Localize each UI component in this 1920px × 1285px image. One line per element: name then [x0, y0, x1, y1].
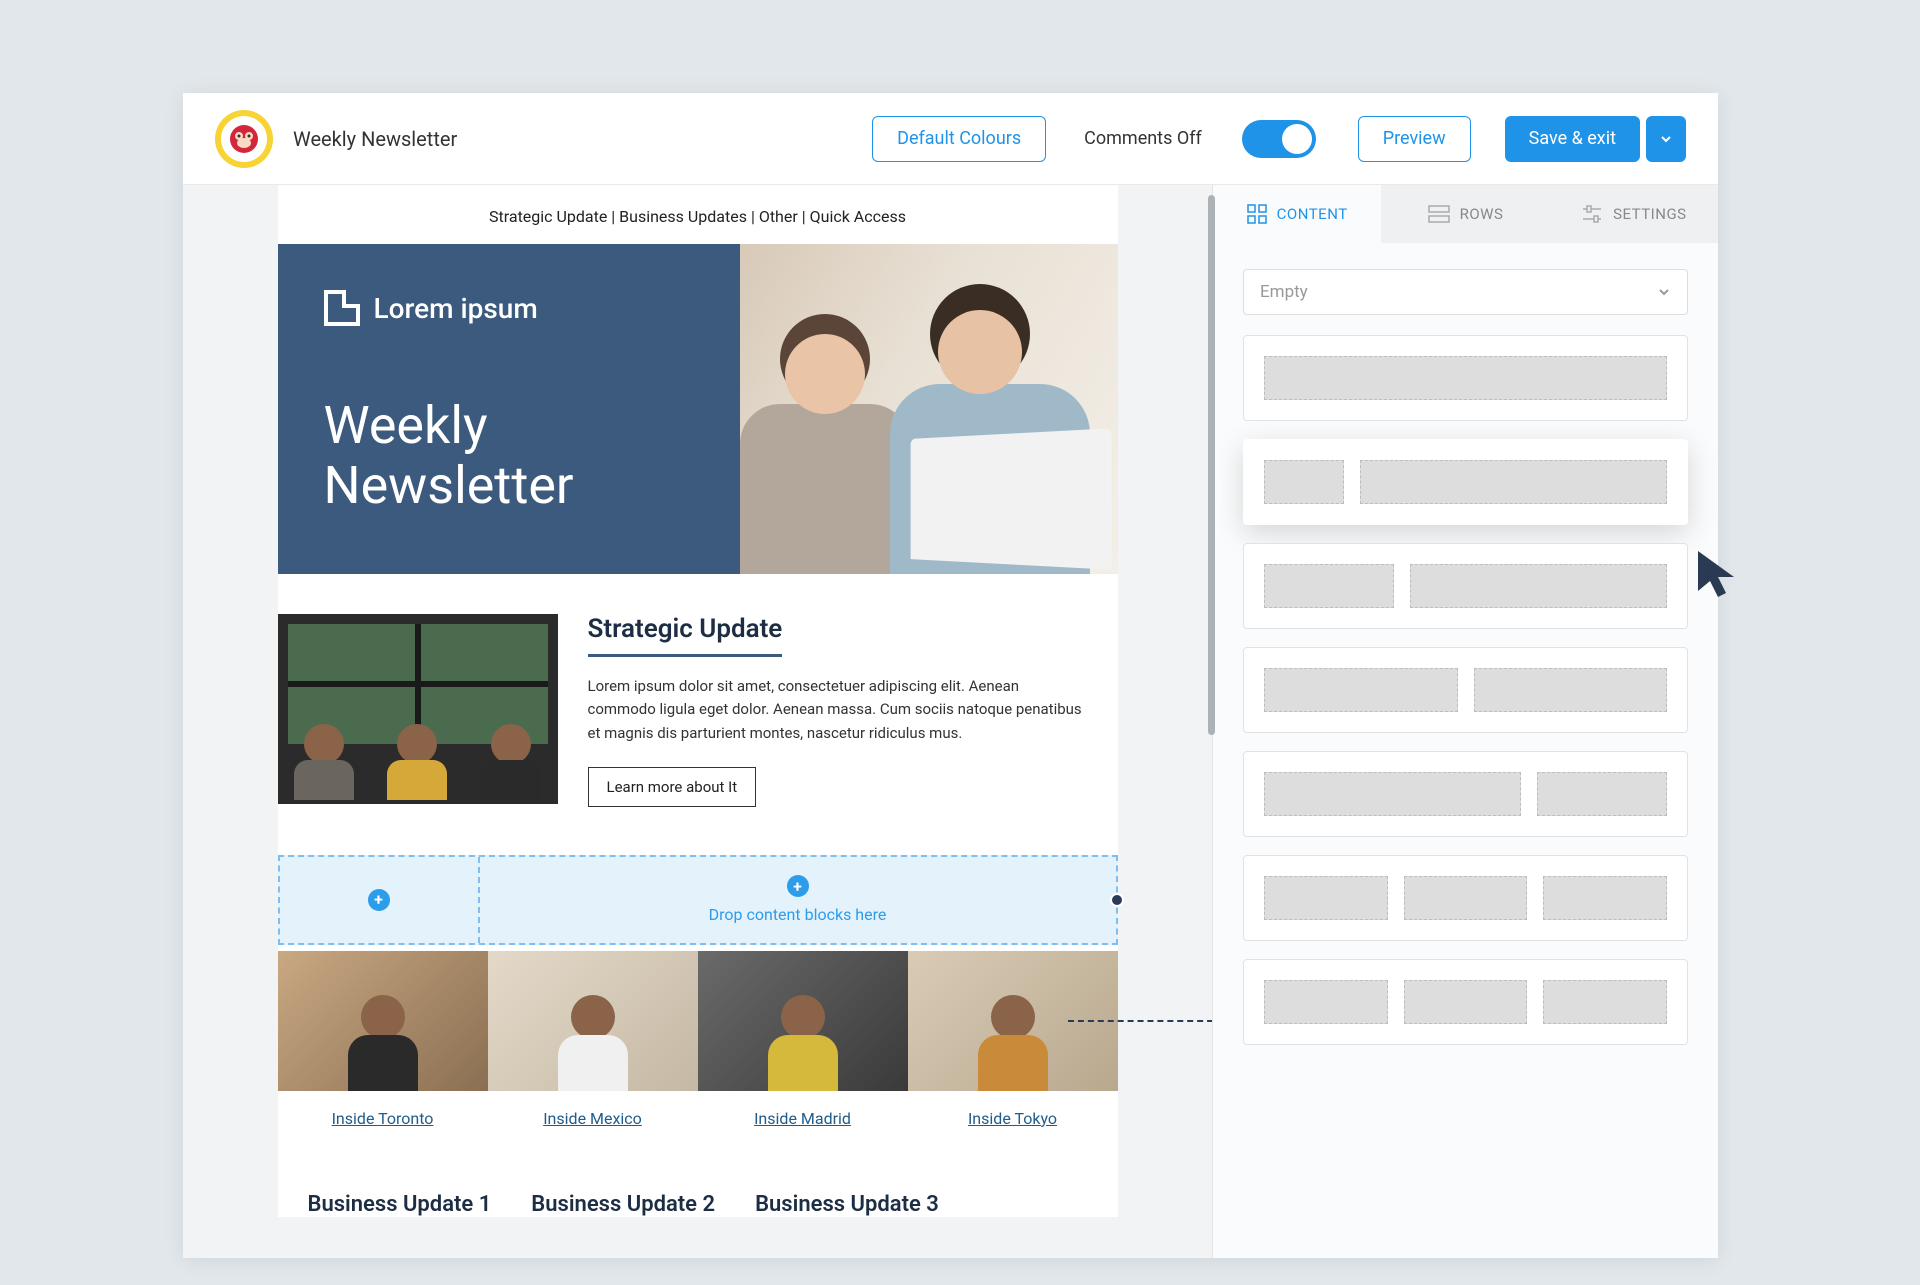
- block-template-thirds[interactable]: [1243, 855, 1688, 941]
- block-template-half-half[interactable]: [1243, 543, 1688, 629]
- business-row: Business Update 1 Business Update 2 Busi…: [278, 1156, 1118, 1217]
- tab-rows[interactable]: ROWS: [1381, 185, 1549, 243]
- comments-label: Comments Off: [1084, 128, 1202, 149]
- placeholder: [1410, 564, 1667, 608]
- placeholder: [1474, 668, 1668, 712]
- strategic-heading: Strategic Update: [588, 614, 783, 657]
- brand-square-icon: [324, 290, 360, 326]
- inside-image: [698, 951, 908, 1091]
- hero-left: Lorem ipsum Weekly Newsletter: [278, 244, 740, 574]
- grid-icon: [1247, 204, 1267, 224]
- app-logo: [215, 110, 273, 168]
- drop-zone-left[interactable]: +: [280, 857, 480, 943]
- strategic-update-block: Strategic Update Lorem ipsum dolor sit a…: [278, 574, 1118, 837]
- block-filter-dropdown[interactable]: Empty: [1243, 269, 1688, 315]
- document-title: Weekly Newsletter: [293, 127, 852, 151]
- scrollbar[interactable]: [1208, 195, 1215, 735]
- inside-link[interactable]: Inside Mexico: [488, 1091, 698, 1156]
- hero-title: Weekly Newsletter: [324, 396, 740, 516]
- body: Strategic Update | Business Updates | Ot…: [183, 185, 1718, 1258]
- tab-content[interactable]: CONTENT: [1213, 185, 1381, 243]
- side-panel: CONTENT ROWS SETTINGS: [1212, 185, 1718, 1258]
- placeholder: [1264, 356, 1667, 400]
- business-title: Business Update 3: [755, 1192, 939, 1217]
- block-template-equal-2[interactable]: [1243, 647, 1688, 733]
- comments-toggle[interactable]: [1242, 120, 1316, 158]
- anchor-nav: Strategic Update | Business Updates | Ot…: [278, 185, 1118, 244]
- placeholder: [1264, 876, 1388, 920]
- inside-grid: Inside Toronto Inside Mexico Inside Madr…: [278, 951, 1118, 1156]
- side-tabs: CONTENT ROWS SETTINGS: [1213, 185, 1718, 243]
- inside-link[interactable]: Inside Toronto: [278, 1091, 488, 1156]
- strategic-text: Strategic Update Lorem ipsum dolor sit a…: [588, 614, 1088, 807]
- dropdown-value: Empty: [1260, 282, 1308, 302]
- monkey-icon: [227, 122, 261, 156]
- strategic-body: Lorem ipsum dolor sit amet, consectetuer…: [588, 675, 1088, 745]
- chevron-down-icon: [1657, 285, 1671, 299]
- placeholder: [1264, 460, 1344, 504]
- inside-link[interactable]: Inside Madrid: [698, 1091, 908, 1156]
- placeholder: [1264, 980, 1388, 1024]
- block-template-wide-narrow[interactable]: [1243, 751, 1688, 837]
- placeholder: [1537, 772, 1667, 816]
- learn-more-button[interactable]: Learn more about It: [588, 767, 757, 807]
- email-document: Strategic Update | Business Updates | Ot…: [278, 185, 1118, 1217]
- placeholder: [1264, 772, 1521, 816]
- drop-zone-label: Drop content blocks here: [709, 905, 887, 924]
- inside-image: [908, 951, 1118, 1091]
- placeholder: [1264, 564, 1394, 608]
- add-icon: +: [368, 889, 390, 911]
- hero-brand-text: Lorem ipsum: [374, 292, 538, 325]
- block-template-sm-full[interactable]: [1243, 439, 1688, 525]
- rows-icon: [1428, 204, 1450, 224]
- hero-banner: Lorem ipsum Weekly Newsletter: [278, 244, 1118, 574]
- tab-settings[interactable]: SETTINGS: [1550, 185, 1718, 243]
- drop-zone[interactable]: + + Drop content blocks here: [278, 855, 1118, 945]
- placeholder: [1264, 668, 1458, 712]
- drop-zone-handle[interactable]: [1110, 893, 1124, 907]
- canvas-area: Strategic Update | Business Updates | Ot…: [183, 185, 1212, 1258]
- anchor-link[interactable]: Quick Access: [810, 207, 906, 226]
- placeholder: [1404, 980, 1528, 1024]
- placeholder: [1360, 460, 1667, 504]
- preview-button[interactable]: Preview: [1358, 116, 1471, 162]
- inside-image: [488, 951, 698, 1091]
- anchor-link[interactable]: Strategic Update: [489, 207, 607, 226]
- save-exit-button[interactable]: Save & exit: [1505, 116, 1640, 162]
- inside-image: [278, 951, 488, 1091]
- placeholder: [1543, 876, 1667, 920]
- placeholder: [1543, 980, 1667, 1024]
- chevron-down-icon: [1659, 132, 1673, 146]
- block-template-thirds-2[interactable]: [1243, 959, 1688, 1045]
- anchor-link[interactable]: Business Updates: [619, 207, 747, 226]
- inside-item: Inside Toronto: [278, 951, 488, 1156]
- business-title: Business Update 2: [531, 1192, 715, 1217]
- inside-link[interactable]: Inside Tokyo: [908, 1091, 1118, 1156]
- default-colours-button[interactable]: Default Colours: [872, 116, 1046, 162]
- business-title: Business Update 1: [308, 1192, 492, 1217]
- inside-item: Inside Mexico: [488, 951, 698, 1156]
- strategic-image: [278, 614, 558, 804]
- hero-image: [740, 244, 1118, 574]
- toolbar: Weekly Newsletter Default Colours Commen…: [183, 93, 1718, 185]
- sliders-icon: [1581, 204, 1603, 224]
- inside-item: Inside Tokyo: [908, 951, 1118, 1156]
- placeholder: [1404, 876, 1528, 920]
- drop-zone-right[interactable]: + Drop content blocks here: [480, 857, 1116, 943]
- side-body: Empty: [1213, 243, 1718, 1089]
- anchor-link[interactable]: Other: [759, 207, 798, 226]
- hero-brand: Lorem ipsum: [324, 290, 740, 326]
- add-icon: +: [787, 875, 809, 897]
- inside-item: Inside Madrid: [698, 951, 908, 1156]
- block-template-full[interactable]: [1243, 335, 1688, 421]
- save-exit-dropdown[interactable]: [1646, 116, 1686, 162]
- cursor-icon: [1690, 547, 1746, 603]
- app-window: Weekly Newsletter Default Colours Commen…: [183, 93, 1718, 1258]
